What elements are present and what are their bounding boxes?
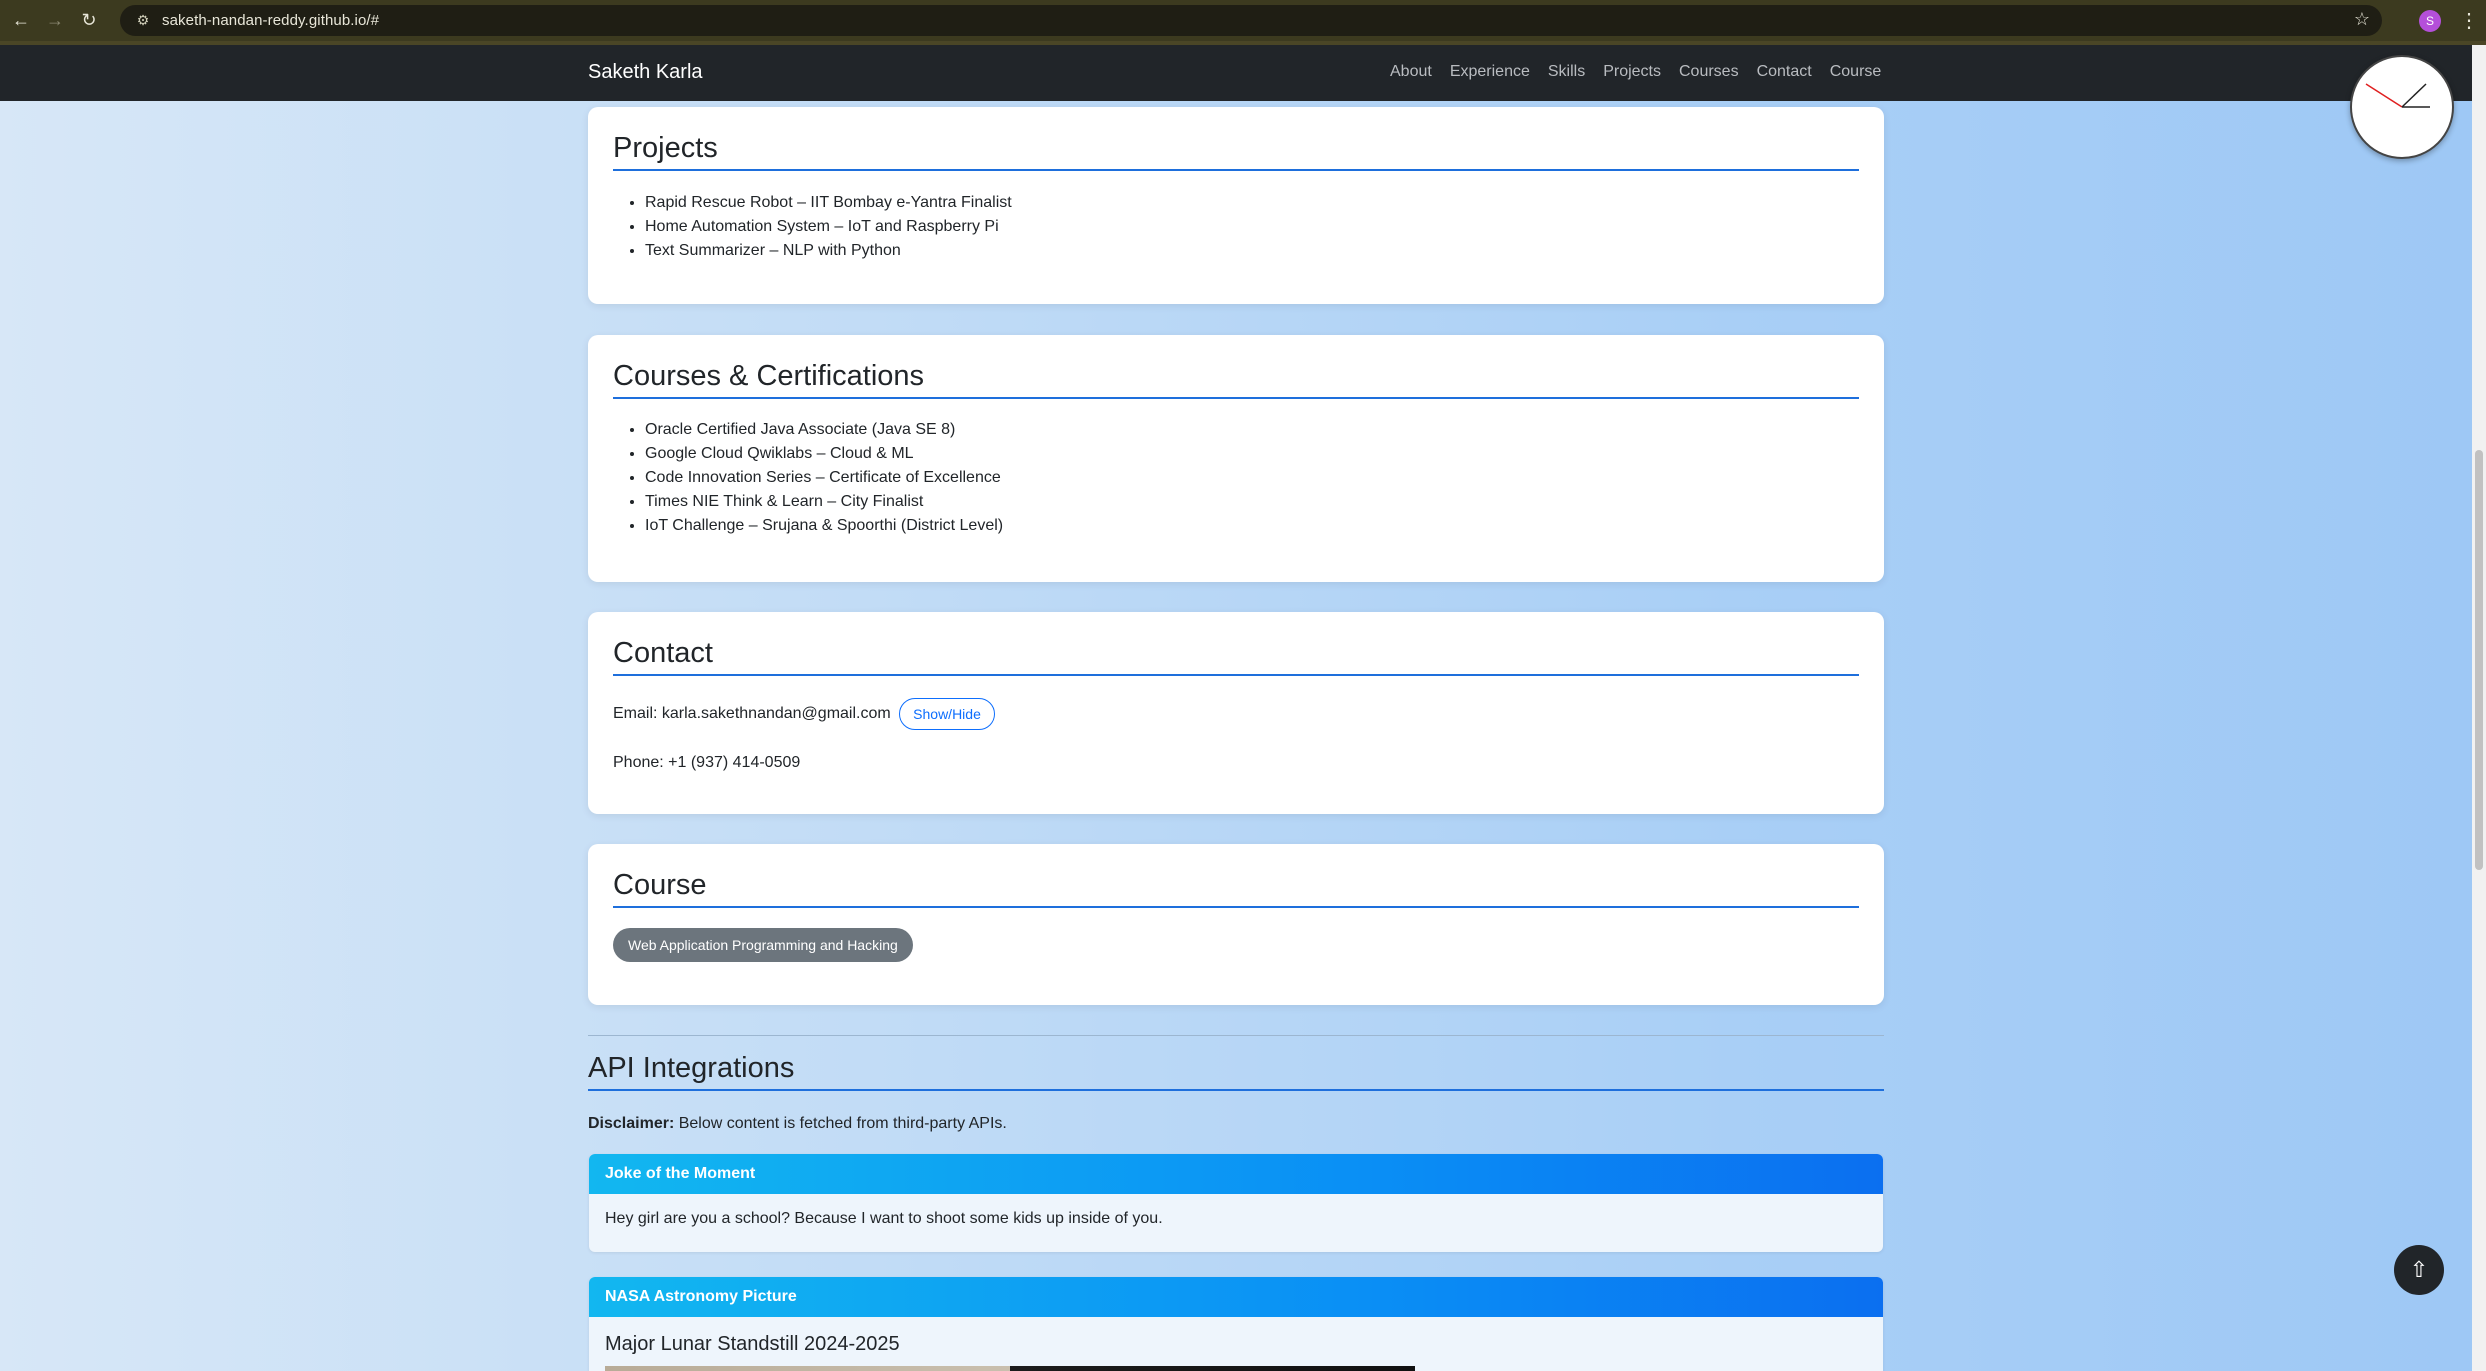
site-navbar: Saketh Karla About Experience Skills Pro…	[0, 45, 2472, 101]
minute-hand	[2401, 83, 2427, 108]
site-info-icon[interactable]: ⚙	[132, 10, 154, 32]
reload-icon[interactable]: ↻	[72, 4, 106, 38]
contact-card: Contact Email: karla.sakethnandan@gmail.…	[588, 612, 1884, 814]
nasa-card: NASA Astronomy Picture Major Lunar Stand…	[589, 1277, 1883, 1371]
list-item: IoT Challenge – Srujana & Spoorthi (Dist…	[645, 514, 1003, 538]
nav-link-projects[interactable]: Projects	[1603, 63, 1661, 81]
nav-link-course[interactable]: Course	[1830, 63, 1882, 81]
list-item: Google Cloud Qwiklabs – Cloud & ML	[645, 442, 1003, 466]
profile-avatar[interactable]: S	[2419, 10, 2441, 32]
back-icon[interactable]: ←	[4, 4, 38, 38]
analog-clock	[2350, 55, 2454, 159]
projects-list: Rapid Rescue Robot – IIT Bombay e-Yantra…	[613, 191, 1012, 263]
nasa-card-header: NASA Astronomy Picture	[589, 1277, 1883, 1317]
contact-title: Contact	[613, 637, 713, 669]
bookmark-star-icon[interactable]: ☆	[2354, 9, 2370, 30]
section-rule	[613, 906, 1859, 908]
list-item: Rapid Rescue Robot – IIT Bombay e-Yantra…	[645, 191, 1012, 215]
course-link-button[interactable]: Web Application Programming and Hacking	[613, 928, 913, 962]
nav-link-contact[interactable]: Contact	[1757, 63, 1812, 81]
joke-text: Hey girl are you a school? Because I wan…	[605, 1210, 1163, 1227]
section-rule	[588, 1089, 1884, 1091]
clock-face-icon	[2365, 83, 2430, 108]
api-title: API Integrations	[588, 1052, 795, 1084]
show-hide-button[interactable]: Show/Hide	[899, 698, 995, 730]
joke-card-header: Joke of the Moment	[589, 1154, 1883, 1194]
nasa-image	[605, 1366, 1415, 1371]
address-bar[interactable]: ⚙ saketh-nandan-reddy.github.io/# ☆	[120, 5, 2382, 36]
list-item: Times NIE Think & Learn – City Finalist	[645, 490, 1003, 514]
courses-list: Oracle Certified Java Associate (Java SE…	[613, 418, 1003, 538]
nav-link-experience[interactable]: Experience	[1450, 63, 1530, 81]
joke-card: Joke of the Moment Hey girl are you a sc…	[589, 1154, 1883, 1252]
page-scrollbar[interactable]	[2472, 45, 2486, 1371]
email-text: Email: karla.sakethnandan@gmail.com	[613, 705, 891, 723]
disclaimer-label: Disclaimer:	[588, 1115, 675, 1132]
nasa-heading: Major Lunar Standstill 2024-2025	[605, 1333, 900, 1355]
disclaimer-text: Below content is fetched from third-part…	[674, 1115, 1007, 1132]
courses-card: Courses & Certifications Oracle Certifie…	[588, 335, 1884, 582]
list-item: Code Innovation Series – Certificate of …	[645, 466, 1003, 490]
url-text: saketh-nandan-reddy.github.io/#	[162, 12, 380, 29]
section-rule	[613, 397, 1859, 399]
list-item: Text Summarizer – NLP with Python	[645, 239, 1012, 263]
site-brand[interactable]: Saketh Karla	[588, 61, 703, 84]
courses-title: Courses & Certifications	[613, 360, 925, 392]
page-viewport: Saketh Karla About Experience Skills Pro…	[0, 45, 2472, 1371]
second-hand	[2365, 83, 2403, 108]
section-rule	[613, 169, 1859, 171]
scrollbar-thumb[interactable]	[2475, 450, 2483, 870]
course-title: Course	[613, 869, 707, 901]
list-item: Oracle Certified Java Associate (Java SE…	[645, 418, 1003, 442]
nav-link-skills[interactable]: Skills	[1548, 63, 1585, 81]
email-row: Email: karla.sakethnandan@gmail.com Show…	[613, 698, 995, 730]
forward-icon[interactable]: →	[38, 4, 72, 38]
browser-toolbar: ← → ↻ ⚙ saketh-nandan-reddy.github.io/# …	[0, 0, 2486, 41]
nav-link-courses[interactable]: Courses	[1679, 63, 1739, 81]
list-item: Home Automation System – IoT and Raspber…	[645, 215, 1012, 239]
projects-card: Projects Rapid Rescue Robot – IIT Bombay…	[588, 107, 1884, 304]
phone-text: Phone: +1 (937) 414-0509	[613, 754, 801, 771]
back-to-top-button[interactable]: ⇧	[2394, 1245, 2444, 1295]
nav-link-about[interactable]: About	[1390, 63, 1432, 81]
disclaimer: Disclaimer: Below content is fetched fro…	[588, 1115, 1007, 1133]
browser-menu-icon[interactable]: ⋮	[2459, 8, 2479, 33]
section-divider	[588, 1035, 1884, 1036]
nav-links: About Experience Skills Projects Courses…	[1390, 63, 1899, 81]
projects-title: Projects	[613, 132, 718, 164]
section-rule	[613, 674, 1859, 676]
course-card: Course Web Application Programming and H…	[588, 844, 1884, 1005]
